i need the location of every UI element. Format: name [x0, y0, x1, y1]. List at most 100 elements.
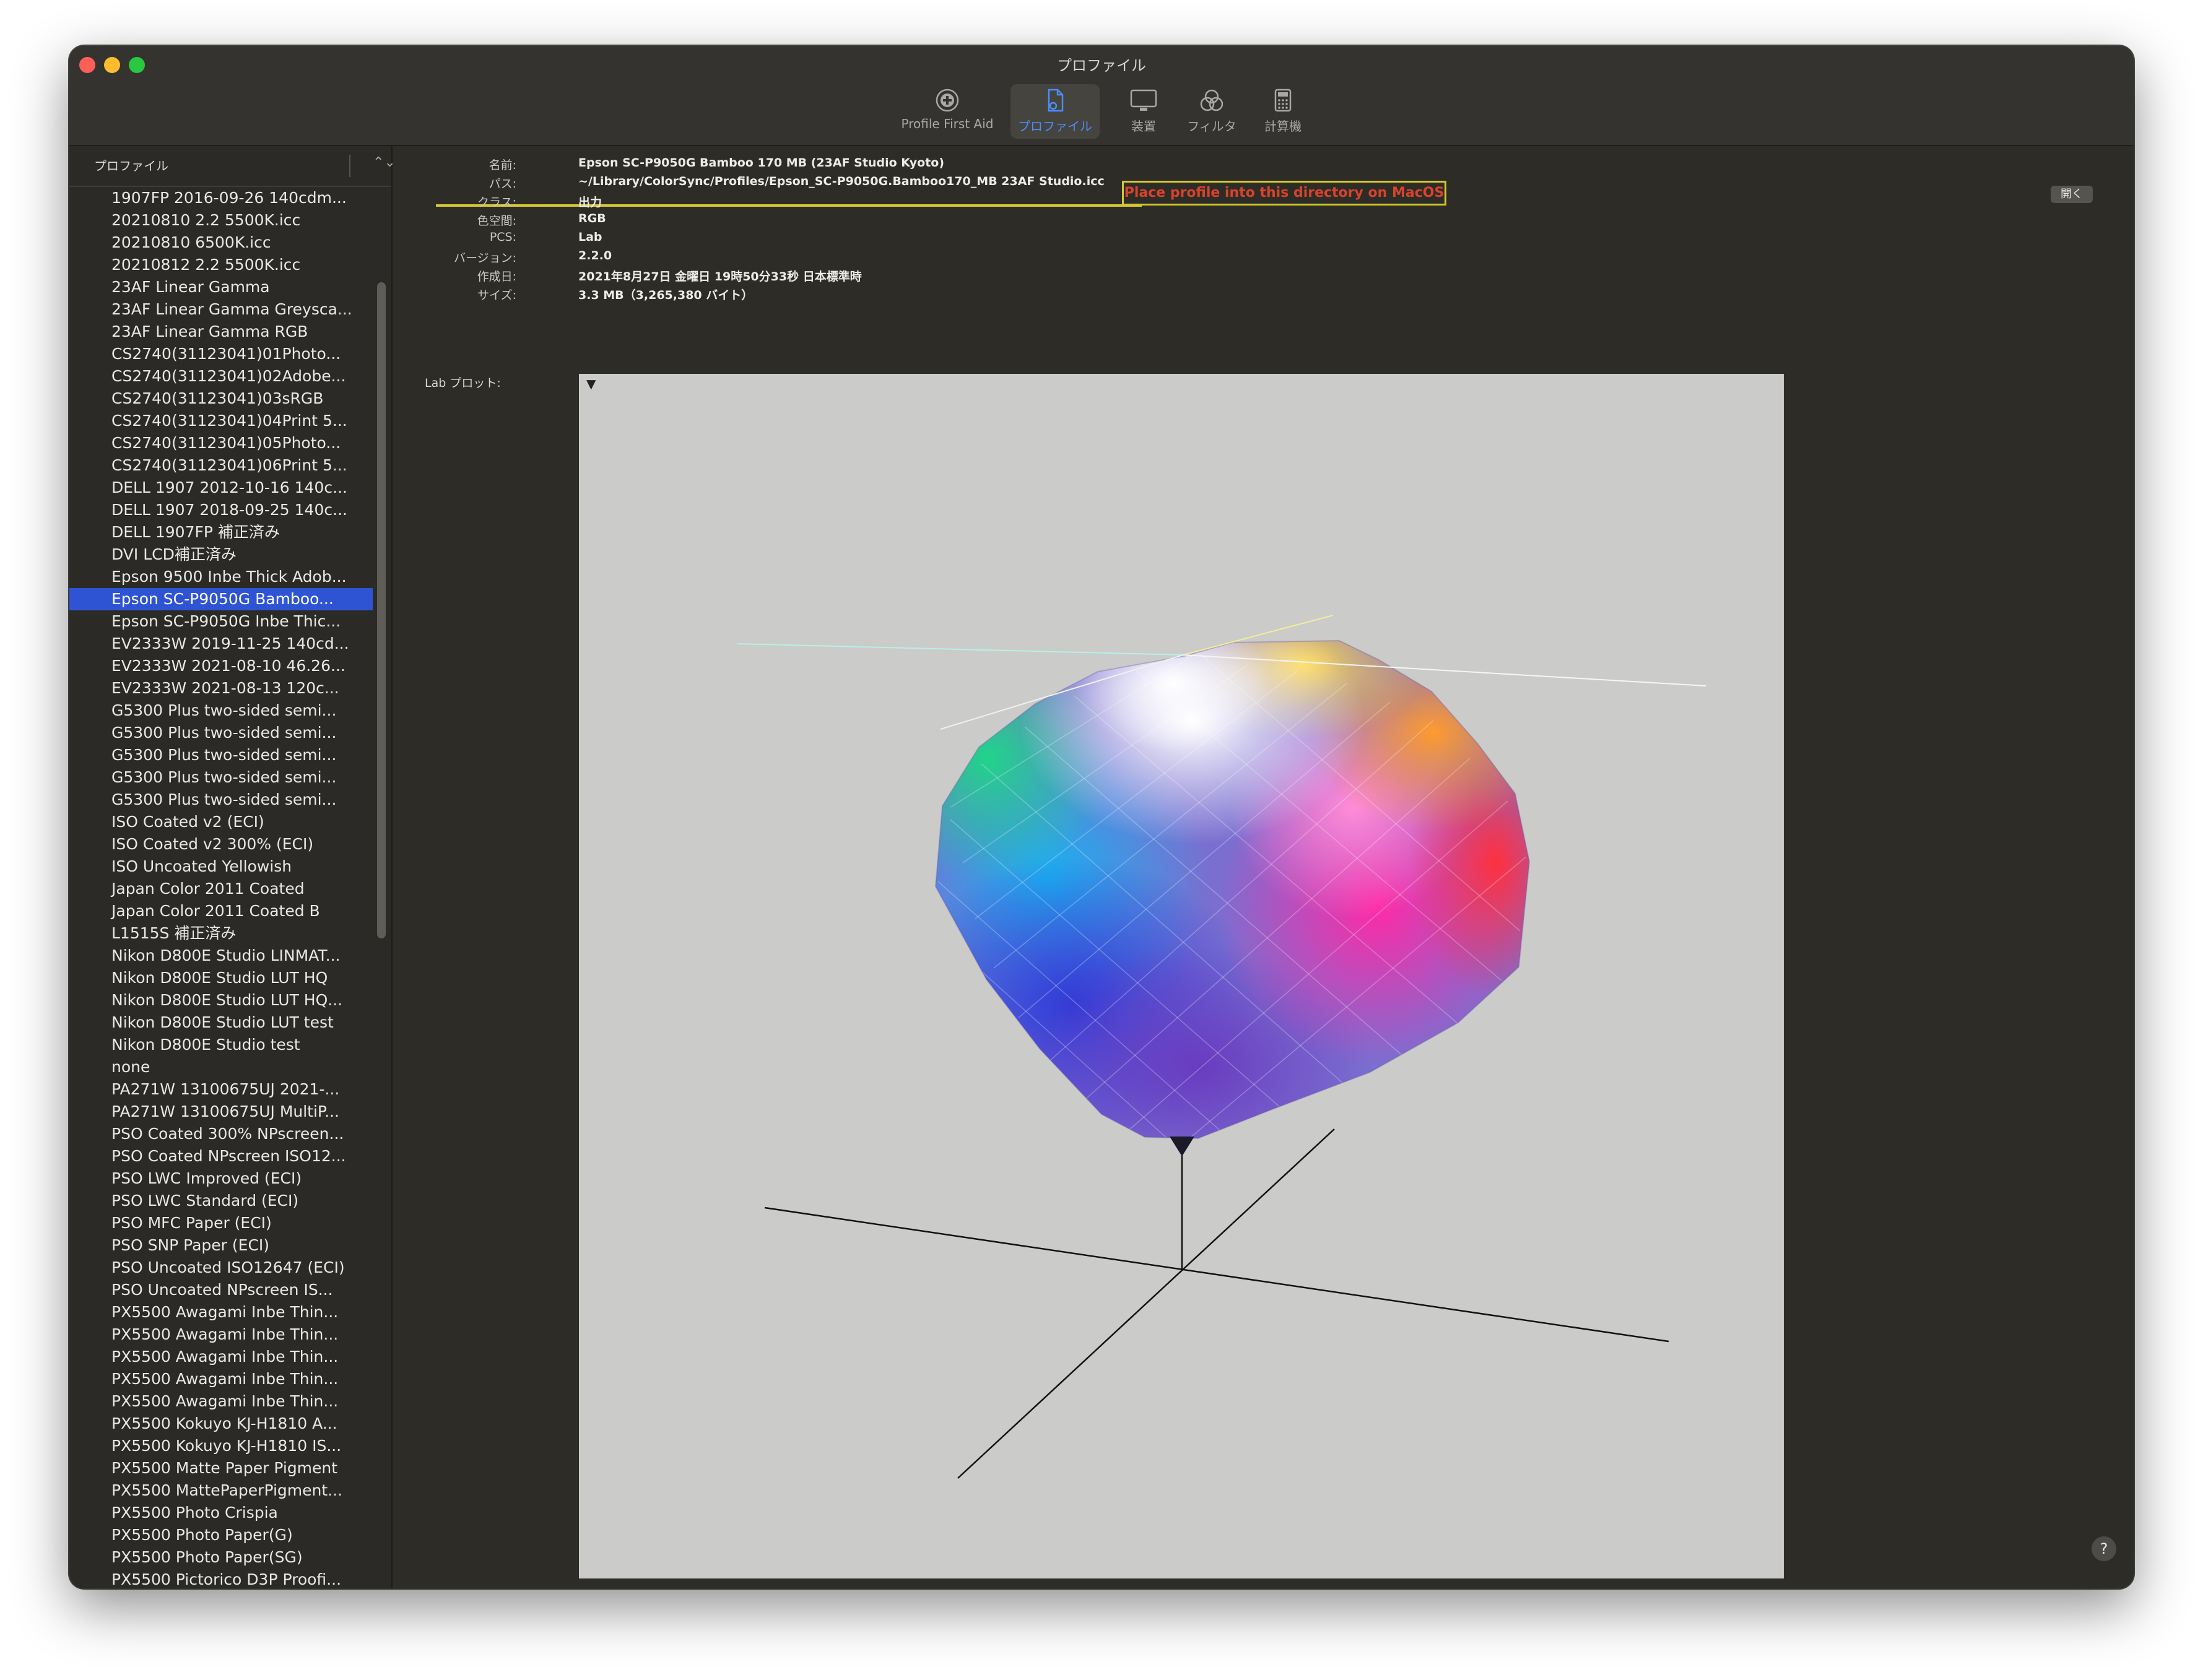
profile-list-item[interactable]: DELL 1907 2012-10-16 140c... — [69, 477, 373, 499]
scrollbar-thumb[interactable] — [377, 282, 386, 938]
column-divider — [349, 155, 350, 177]
profile-list-item[interactable]: DELL 1907FP 補正済み — [69, 521, 373, 543]
profile-list-item[interactable]: CS2740(31123041)05Photo... — [69, 432, 373, 454]
profile-list-item[interactable]: DVI LCD補正済み — [69, 543, 373, 566]
name-value: Epson SC-P9050G Bamboo 170 MB (23AF Stud… — [578, 156, 945, 170]
profile-list-item[interactable]: PX5500 Awagami Inbe Thin... — [69, 1323, 373, 1346]
title-bar: プロファイル Profile First Aid プロファイル 装置 フィルタ … — [69, 46, 2134, 146]
profile-list-item[interactable]: PX5500 Pictorico D3P Proofi... — [69, 1569, 373, 1588]
profile-list-item[interactable]: PX5500 Kokuyo KJ-H1810 A... — [69, 1413, 373, 1435]
profile-list-item[interactable]: Japan Color 2011 Coated B — [69, 900, 373, 922]
created-label: 作成日: — [477, 270, 516, 284]
profile-list-item[interactable]: 20210810 2.2 5500K.icc — [69, 209, 373, 232]
profile-list-item[interactable]: PX5500 Awagami Inbe Thin... — [69, 1346, 373, 1368]
profile-list-item[interactable]: PSO LWC Standard (ECI) — [69, 1190, 373, 1212]
profile-list-item[interactable]: Epson SC-P9050G Inbe Thic... — [69, 610, 373, 633]
profile-list-item[interactable]: DELL 1907 2018-09-25 140c... — [69, 499, 373, 521]
triangle-down-icon[interactable]: ▼ — [586, 376, 596, 391]
profile-list-item[interactable]: 20210812 2.2 5500K.icc — [69, 254, 373, 276]
profile-list-item[interactable]: PSO Uncoated NPscreen IS... — [69, 1279, 373, 1301]
profile-list-item[interactable]: CS2740(31123041)04Print 5... — [69, 410, 373, 432]
profile-list-item[interactable]: none — [69, 1056, 373, 1078]
profile-list-item[interactable]: PSO LWC Improved (ECI) — [69, 1167, 373, 1190]
profile-list-item[interactable]: PA271W 13100675UJ MultiP... — [69, 1101, 373, 1123]
profile-list-item[interactable]: EV2333W 2021-08-13 120c... — [69, 677, 373, 699]
profile-list-item[interactable]: PSO MFC Paper (ECI) — [69, 1212, 373, 1234]
profile-list-item[interactable]: PSO Coated NPscreen ISO12... — [69, 1145, 373, 1167]
profile-list-item[interactable]: Nikon D800E Studio LUT HQ — [69, 967, 373, 989]
monitor-icon — [1130, 89, 1157, 111]
sidebar-column-header[interactable]: プロファイル ⌃⌄ — [69, 146, 396, 187]
profile-list-item[interactable]: 23AF Linear Gamma Greysca... — [69, 298, 373, 321]
pcs-value: Lab — [578, 230, 602, 244]
profile-list-item[interactable]: G5300 Plus two-sided semi... — [69, 766, 373, 789]
profile-list-item[interactable]: PSO SNP Paper (ECI) — [69, 1234, 373, 1257]
profile-list-item[interactable]: 23AF Linear Gamma — [69, 276, 373, 298]
profile-list-item[interactable]: PX5500 Kokuyo KJ-H1810 IS... — [69, 1435, 373, 1457]
profile-list-item[interactable]: ISO Coated v2 (ECI) — [69, 811, 373, 833]
window-title: プロファイル — [1057, 57, 1146, 74]
profile-list-item[interactable]: PX5500 Awagami Inbe Thin... — [69, 1390, 373, 1413]
a-axis-line — [764, 1206, 1669, 1343]
profile-list-item[interactable]: G5300 Plus two-sided semi... — [69, 789, 373, 811]
colorspace-value: RGB — [578, 212, 606, 225]
gamut-black-point — [1170, 1137, 1194, 1156]
path-label: パス: — [489, 177, 516, 191]
profile-list: 1907FP 2016-09-26 140cdm... 20210810 2.2 … — [69, 187, 373, 1588]
profile-list-item[interactable]: PSO Uncoated ISO12647 (ECI) — [69, 1257, 373, 1279]
profile-list-item[interactable]: G5300 Plus two-sided semi... — [69, 699, 373, 722]
profile-list-item[interactable]: Japan Color 2011 Coated — [69, 878, 373, 900]
profile-list-item[interactable]: Nikon D800E Studio LUT HQ... — [69, 989, 373, 1011]
profile-list-item[interactable]: PX5500 MattePaperPigment... — [69, 1479, 373, 1502]
profile-list-item[interactable]: CS2740(31123041)03sRGB — [69, 388, 373, 410]
profile-list-item[interactable]: Nikon D800E Studio LINMAT... — [69, 945, 373, 967]
profile-list-item[interactable]: G5300 Plus two-sided semi... — [69, 744, 373, 766]
class-value: 出力 — [578, 196, 602, 209]
profile-list-item[interactable]: ISO Uncoated Yellowish — [69, 855, 373, 878]
path-value: ~/Library/ColorSync/Profiles/Epson_SC-P9… — [578, 175, 1105, 188]
calculator-icon — [1274, 89, 1292, 112]
profile-list-item[interactable]: L1515S 補正済み — [69, 922, 373, 945]
profile-list-item[interactable]: G5300 Plus two-sided semi... — [69, 722, 373, 744]
tool-devices[interactable]: 装置 — [1116, 84, 1171, 139]
open-button[interactable]: 開く — [2051, 186, 2093, 203]
tool-profiles[interactable]: プロファイル — [1010, 84, 1100, 139]
profile-sidebar: プロファイル ⌃⌄ 1907FP 2016-09-26 140cdm... 202… — [69, 146, 396, 1588]
pcs-label: PCS: — [489, 230, 516, 244]
tool-filters[interactable]: フィルタ — [1178, 84, 1246, 139]
profile-list-item[interactable]: PX5500 Photo Paper(G) — [69, 1524, 373, 1546]
profile-list-item[interactable]: PX5500 Awagami Inbe Thin... — [69, 1301, 373, 1323]
profile-list-item[interactable]: EV2333W 2019-11-25 140cd... — [69, 633, 373, 655]
profile-list-item[interactable]: PX5500 Photo Crispia — [69, 1502, 373, 1524]
profile-list-item[interactable]: Nikon D800E Studio test — [69, 1034, 373, 1056]
profile-list-item[interactable]: 20210810 6500K.icc — [69, 232, 373, 254]
tool-label: フィルタ — [1187, 119, 1236, 134]
profile-list-item[interactable]: PSO Coated 300% NPscreen... — [69, 1123, 373, 1145]
size-value: 3.3 MB（3,265,380 バイト） — [578, 288, 754, 302]
profile-list-item[interactable]: PX5500 Awagami Inbe Thin... — [69, 1368, 373, 1390]
tool-label: Profile First Aid — [901, 116, 994, 131]
lab-plot-canvas[interactable]: ▼ — [579, 374, 1784, 1578]
tool-profile-first-aid[interactable]: Profile First Aid — [898, 84, 997, 139]
profile-list-item[interactable]: Epson 9500 Inbe Thick Adob... — [69, 566, 373, 588]
tool-calculator[interactable]: 計算機 — [1253, 84, 1313, 139]
document-gear-icon — [1048, 89, 1064, 112]
app-window: プロファイル Profile First Aid プロファイル 装置 フィルタ … — [69, 46, 2134, 1588]
profile-list-item[interactable]: 23AF Linear Gamma RGB — [69, 321, 373, 343]
profile-list-item[interactable]: Nikon D800E Studio LUT test — [69, 1011, 373, 1034]
profile-list-item[interactable]: PA271W 13100675UJ 2021-... — [69, 1078, 373, 1101]
profile-list-item[interactable]: PX5500 Matte Paper Pigment — [69, 1457, 373, 1479]
profile-list-item[interactable]: 1907FP 2016-09-26 140cdm... — [69, 187, 373, 209]
profile-list-item[interactable]: CS2740(31123041)06Print 5... — [69, 454, 373, 477]
name-label: 名前: — [489, 158, 516, 172]
profile-list-item[interactable]: PX5500 Photo Paper(SG) — [69, 1546, 373, 1569]
profile-list-item[interactable]: CS2740(31123041)02Adobe... — [69, 365, 373, 388]
help-button[interactable]: ? — [2092, 1536, 2116, 1561]
profile-list-item[interactable]: EV2333W 2021-08-10 46.26... — [69, 655, 373, 677]
annotation-callout: Place profile into this directory on Mac… — [1122, 181, 1446, 206]
sidebar-header-label: プロファイル — [94, 158, 168, 173]
profile-list-item[interactable]: CS2740(31123041)01Photo... — [69, 343, 373, 365]
profile-list-item[interactable]: Epson SC-P9050G Bamboo... — [69, 588, 373, 610]
plus-circle-icon — [936, 89, 959, 112]
profile-list-item[interactable]: ISO Coated v2 300% (ECI) — [69, 833, 373, 855]
